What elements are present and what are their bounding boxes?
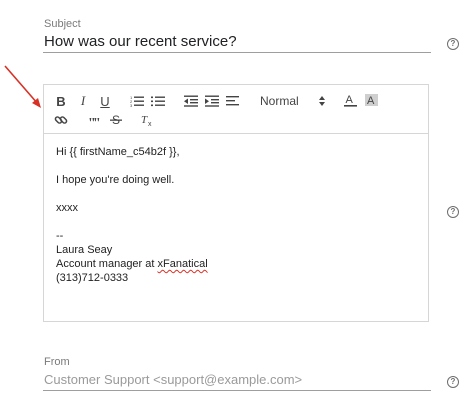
underline-button[interactable]: U: [97, 93, 113, 109]
from-help-icon[interactable]: ?: [447, 376, 459, 388]
body-line: [56, 187, 208, 201]
italic-button[interactable]: I: [75, 93, 91, 109]
body-line: [56, 215, 208, 229]
subject-input[interactable]: [43, 30, 431, 53]
subject-help-icon[interactable]: ?: [447, 38, 459, 50]
bullet-list-icon[interactable]: [150, 93, 166, 109]
editor-help-icon[interactable]: ?: [447, 206, 459, 218]
signature-company: xFanatical: [157, 258, 208, 270]
message-editor: B I U 1 2 3 Normal A A " S T x Hi {{fir…: [43, 84, 429, 322]
strikethrough-icon[interactable]: S: [108, 112, 124, 128]
svg-text:A: A: [345, 94, 353, 106]
body-line: --: [56, 230, 64, 242]
from-label: From: [44, 356, 70, 368]
text-color-icon[interactable]: A: [342, 92, 358, 108]
body-line: xxxx: [56, 202, 78, 214]
format-select-value: Normal: [260, 94, 299, 108]
body-line: [56, 159, 208, 173]
svg-text:A: A: [367, 95, 375, 107]
bold-button[interactable]: B: [53, 93, 69, 109]
signature-role: Account manager at xFanatical: [56, 257, 208, 271]
blockquote-icon[interactable]: " ": [86, 112, 102, 128]
svg-text:T: T: [141, 114, 148, 126]
signature-name: Laura Seay: [56, 244, 113, 256]
signature-phone: (313)712-0333: [56, 272, 129, 284]
svg-text:x: x: [148, 121, 152, 127]
indent-icon[interactable]: [204, 93, 220, 109]
from-input[interactable]: [43, 368, 431, 391]
svg-text:3: 3: [130, 103, 133, 107]
editor-toolbar: B I U 1 2 3 Normal A A " S T x: [44, 85, 428, 134]
body-line: Hi {{ firstName_c54b2f }},: [56, 146, 180, 158]
outdent-icon[interactable]: [183, 93, 199, 109]
signature-role-prefix: Account manager at: [56, 258, 158, 270]
compose-email-form: Subject ? B I U 1 2 3: [0, 0, 474, 410]
select-arrows-icon: [319, 96, 325, 106]
highlight-color-icon[interactable]: A: [363, 92, 379, 108]
ordered-list-icon[interactable]: 1 2 3: [129, 93, 145, 109]
format-select[interactable]: Normal: [260, 93, 326, 109]
link-icon[interactable]: [53, 112, 69, 128]
editor-body[interactable]: Hi {{ firstName_c54b2f }}, I hope you're…: [56, 145, 208, 285]
body-line: I hope you're doing well.: [56, 174, 175, 186]
svg-text:": ": [93, 116, 100, 126]
align-icon[interactable]: [225, 93, 241, 109]
subject-label: Subject: [44, 18, 81, 30]
clear-formatting-icon[interactable]: T x: [140, 112, 156, 128]
